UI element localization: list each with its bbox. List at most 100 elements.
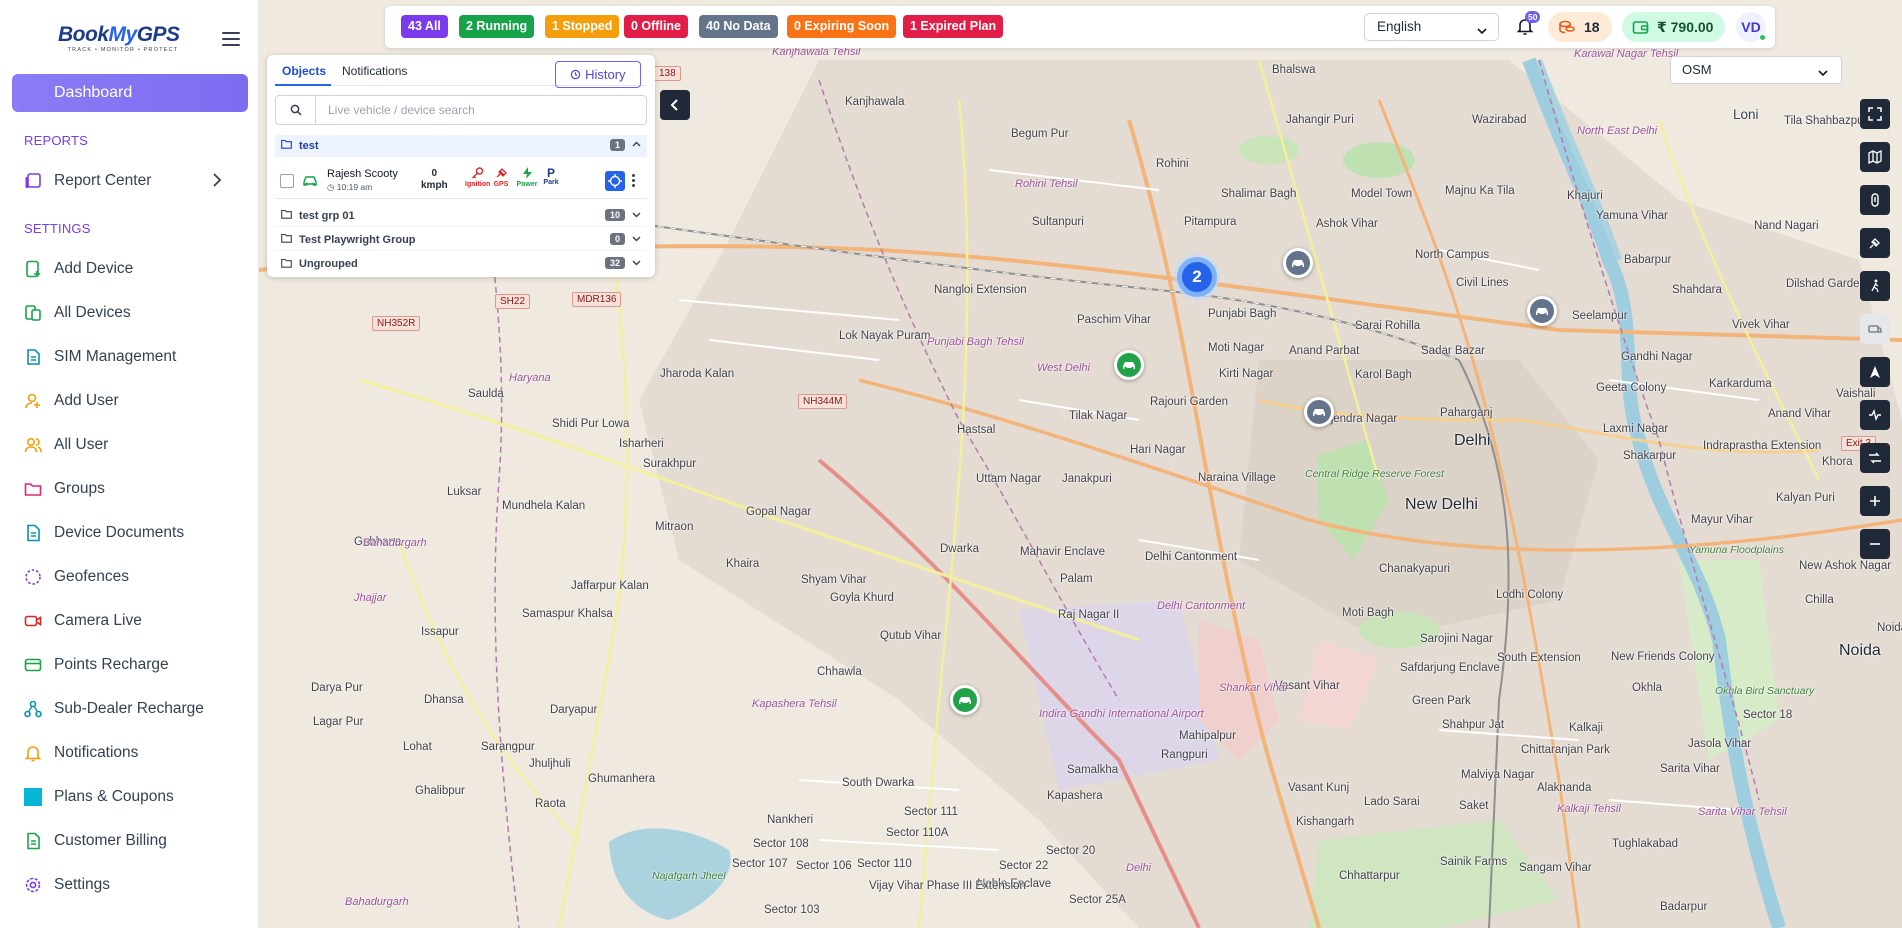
plans-icon xyxy=(24,788,42,806)
traffic-button[interactable] xyxy=(1860,314,1890,344)
search-input[interactable] xyxy=(328,101,628,119)
fullscreen-button[interactable] xyxy=(1860,99,1890,129)
chevron-down-icon[interactable] xyxy=(632,234,641,246)
locate-vehicle-button[interactable] xyxy=(605,171,625,191)
map-place-label: Chanakyapuri xyxy=(1379,563,1450,575)
sidebar-item-notifications[interactable]: Notifications xyxy=(24,738,244,768)
group-name: test grp 01 xyxy=(299,209,355,222)
language-select[interactable]: English xyxy=(1364,13,1499,41)
measure-button[interactable] xyxy=(1860,185,1890,215)
map-place-label: Babarpur xyxy=(1624,254,1672,266)
map-place-label: Seelampur xyxy=(1572,310,1628,322)
filter-chip-offline[interactable]: 0 Offline xyxy=(624,15,689,38)
menu-toggle-icon[interactable] xyxy=(222,32,240,46)
road-shield: NH344M xyxy=(798,394,848,409)
sidebar-item-add-user[interactable]: Add User xyxy=(24,386,244,416)
map-place-label: Vijay Vihar Phase III Extension xyxy=(869,880,1026,892)
map-view-button[interactable] xyxy=(1860,142,1890,172)
zoom-out-button[interactable] xyxy=(1860,529,1890,559)
chevron-down-icon[interactable] xyxy=(632,210,641,222)
sidebar-item-all-user[interactable]: All User xyxy=(24,430,244,460)
vehicle-row[interactable]: Rajesh Scooty ◷ 10:19 am 0 kmph Ignition … xyxy=(275,163,647,199)
notifications-bell[interactable]: 50 xyxy=(1515,11,1541,38)
sidebar-item-sub-dealer-recharge[interactable]: Sub-Dealer Recharge xyxy=(24,694,244,724)
collapse-panel-button[interactable] xyxy=(660,90,690,120)
vehicle-marker-running[interactable] xyxy=(1114,350,1144,380)
sidebar-item-report-center[interactable]: Report Center xyxy=(24,166,244,196)
logo-text-c: GPS xyxy=(136,23,180,46)
logo-tagline: TRACK • MONITOR • PROTECT xyxy=(67,47,179,53)
filter-chip-all[interactable]: 43 All xyxy=(401,15,448,38)
group-name: Ungrouped xyxy=(299,258,358,270)
sidebar-item-dashboard[interactable]: Dashboard xyxy=(12,74,248,112)
sidebar-item-sim-management[interactable]: SIM Management xyxy=(24,342,244,372)
map-place-label: Surakhpur xyxy=(643,458,697,470)
map-place-label: Sector 110A xyxy=(886,827,949,839)
activity-button[interactable] xyxy=(1860,400,1890,430)
vehicle-marker-stopped[interactable] xyxy=(1283,248,1313,278)
follow-button[interactable] xyxy=(1860,357,1890,387)
sidebar-item-settings[interactable]: Settings xyxy=(24,870,244,900)
map-place-label: Shakarpur xyxy=(1623,450,1677,462)
tab-objects[interactable]: Objects xyxy=(282,64,326,78)
group-row-test-grp-01[interactable]: test grp 01 10 xyxy=(275,205,647,227)
street-view-button[interactable] xyxy=(1860,271,1890,301)
sidebar-item-all-devices[interactable]: All Devices xyxy=(24,298,244,328)
points-balance[interactable]: 18 xyxy=(1548,12,1612,42)
route-button[interactable] xyxy=(1860,443,1890,473)
chevron-up-icon[interactable] xyxy=(632,140,641,152)
filter-chip-stopped[interactable]: 1 Stopped xyxy=(545,15,620,38)
zoom-in-button[interactable] xyxy=(1860,486,1890,516)
sidebar-item-label: Groups xyxy=(54,480,105,497)
vehicle-marker-stopped[interactable] xyxy=(1304,397,1334,427)
road-shield: NH352R xyxy=(372,316,421,331)
sidebar-item-camera-live[interactable]: Camera Live xyxy=(24,606,244,636)
route-icon xyxy=(1869,452,1881,464)
map-place-label: Anand Vihar xyxy=(1768,408,1832,420)
group-row-test[interactable]: test 1 xyxy=(275,135,647,157)
user-avatar[interactable]: VD xyxy=(1736,12,1766,42)
vehicle-marker-running[interactable] xyxy=(950,685,980,715)
vehicle-marker-stopped[interactable] xyxy=(1527,296,1557,326)
more-options-icon[interactable] xyxy=(630,173,636,189)
app-logo[interactable]: BookMyGPS TRACK • MONITOR • PROTECT xyxy=(58,24,188,54)
satellite-icon xyxy=(1869,238,1880,249)
tab-notifications[interactable]: Notifications xyxy=(342,64,407,78)
vehicle-cluster[interactable]: 2 xyxy=(1177,257,1217,297)
map-place-label: Rohini xyxy=(1156,158,1189,170)
map-layer-select[interactable]: OSM xyxy=(1670,56,1842,84)
sidebar-item-add-device[interactable]: Add Device xyxy=(24,254,244,284)
sidebar-item-points-recharge[interactable]: Points Recharge xyxy=(24,650,244,680)
filter-chip-running[interactable]: 2 Running xyxy=(459,15,535,38)
map-place-label: Saket xyxy=(1459,800,1489,812)
history-button[interactable]: History xyxy=(555,61,641,88)
map-place-label: Alaknanda xyxy=(1537,782,1592,794)
filter-chip-expired-plan[interactable]: 1 Expired Plan xyxy=(903,15,1004,38)
sidebar-item-groups[interactable]: Groups xyxy=(24,474,244,504)
sidebar-item-geofences[interactable]: Geofences xyxy=(24,562,244,592)
sidebar-item-label: Points Recharge xyxy=(54,656,169,673)
group-row-ungrouped[interactable]: Ungrouped 32 xyxy=(275,253,647,275)
sidebar-item-customer-billing[interactable]: Customer Billing xyxy=(24,826,244,856)
sidebar-item-plans-coupons[interactable]: Plans & Coupons xyxy=(24,782,244,812)
sidebar-item-device-documents[interactable]: Device Documents xyxy=(24,518,244,548)
map-place-label: Kirti Nagar xyxy=(1219,368,1274,380)
map-place-label: Bhalswa xyxy=(1272,64,1316,76)
chevron-down-icon[interactable] xyxy=(632,258,641,270)
wallet-icon xyxy=(1632,19,1649,35)
group-row-test-playwright-group[interactable]: Test Playwright Group 0 xyxy=(275,229,647,251)
filter-chip-no-data[interactable]: 40 No Data xyxy=(699,15,778,38)
vehicle-checkbox[interactable] xyxy=(280,174,294,188)
map-place-label: Jasola Vihar xyxy=(1688,738,1752,750)
filter-chip-expiring-soon[interactable]: 0 Expiring Soon xyxy=(787,15,897,38)
map-place-label: Moti Bagh xyxy=(1342,607,1394,619)
sidebar-item-label: Notifications xyxy=(54,744,139,761)
map-place-label: Palam xyxy=(1060,573,1093,585)
sidebar-item-label: All Devices xyxy=(54,304,131,321)
map-place-label: Rohini Tehsil xyxy=(1015,178,1078,190)
satellite-button[interactable] xyxy=(1860,228,1890,258)
sidebar-item-label: All User xyxy=(54,436,109,453)
map-place-label: Central Ridge Reserve Forest xyxy=(1305,468,1444,480)
wallet-balance[interactable]: ₹ 790.00 xyxy=(1622,12,1726,42)
map-layer-value: OSM xyxy=(1682,62,1712,77)
